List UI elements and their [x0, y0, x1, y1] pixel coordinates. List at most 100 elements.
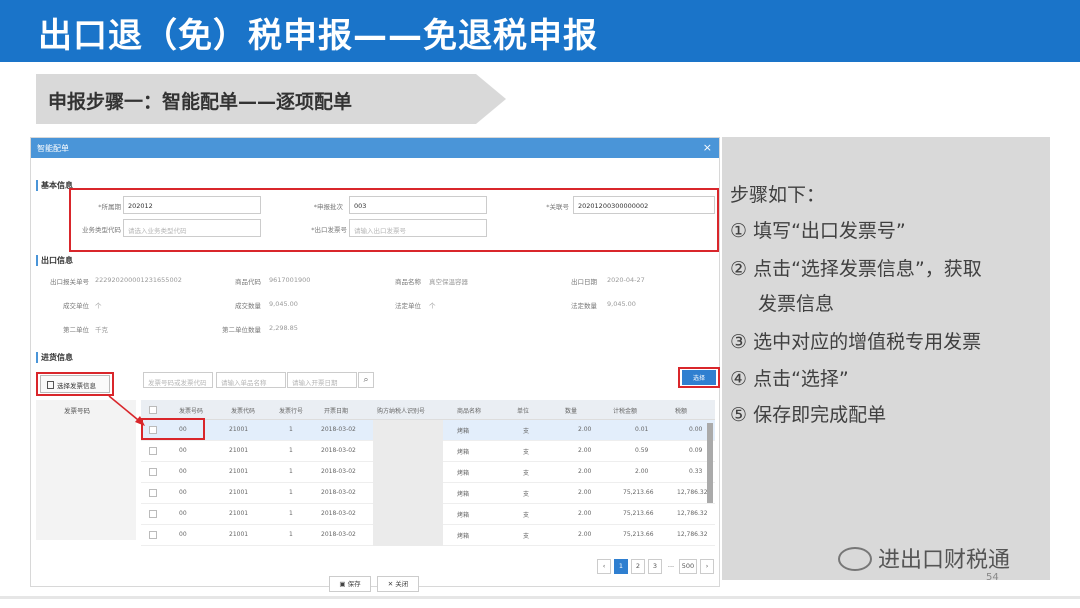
row-checkbox[interactable]	[149, 468, 157, 476]
cell: 75,213.66	[623, 510, 654, 517]
step-banner: 申报步骤一：智能配单——逐项配单	[36, 74, 506, 124]
pager-page-1[interactable]: 1	[614, 559, 628, 574]
cell: 2.00	[578, 426, 592, 433]
cell: 2018-03-02	[321, 510, 356, 517]
cell: 0.01	[635, 426, 649, 433]
col-header: 计税金额	[613, 408, 638, 415]
close-label: 关闭	[395, 580, 409, 588]
cell: 2018-03-02	[321, 489, 356, 496]
cell: 21001	[229, 531, 249, 538]
export-date-label: 出口日期	[571, 278, 597, 286]
cell: 1	[289, 468, 293, 475]
pager-prev[interactable]: ‹	[597, 559, 611, 574]
goods-name-value: 真空保温容器	[429, 278, 468, 286]
col-header: 开票日期	[324, 408, 349, 415]
cell: 支	[523, 491, 530, 498]
select-invoice-highlight	[36, 372, 114, 396]
cell: 0.00	[689, 426, 703, 433]
decl-no-label: 出口报关单号	[50, 278, 89, 286]
row-checkbox[interactable]	[149, 531, 157, 539]
close-icon[interactable]: ×	[703, 141, 712, 154]
cell: 1	[289, 489, 293, 496]
slide-title: 出口退（免）税申报——免退税申报	[38, 16, 598, 56]
cell: 2018-03-02	[321, 468, 356, 475]
cell: 支	[523, 512, 530, 519]
second-qty-value: 2,298.85	[269, 324, 298, 332]
smart-match-dialog: 智能配单 × 基本信息 *所属期 202012 *申报批次 003 *关联号 2…	[30, 137, 720, 592]
deal-qty-value: 9,045.00	[269, 300, 298, 308]
cell: 2.00	[635, 468, 649, 475]
cell: 支	[523, 470, 530, 477]
cell: 1	[289, 426, 293, 433]
pager-next[interactable]: ›	[700, 559, 714, 574]
cell: 2.00	[578, 489, 592, 496]
search-icon[interactable]: ⌕	[358, 372, 374, 388]
cell: 0.33	[689, 468, 703, 475]
row-checkbox[interactable]	[149, 447, 157, 455]
goods-name-label: 商品名称	[395, 278, 421, 286]
cell: 支	[523, 428, 530, 435]
step-item: ⑤ 保存即完成配单	[730, 404, 887, 426]
cell: 支	[523, 449, 530, 456]
invoice-table: 发票号码 发票代码 发票行号 开票日期 购方纳税人识别号 商品名称 单位 数量 …	[141, 400, 715, 546]
search-date-input[interactable]: 请输入开票日期	[287, 372, 357, 388]
select-button-highlight	[678, 367, 720, 388]
cell: 0.59	[635, 447, 649, 454]
cell: 烤箱	[457, 428, 470, 435]
cell: 2.00	[578, 531, 592, 538]
cell: 0.09	[689, 447, 703, 454]
col-header: 发票号码	[179, 408, 204, 415]
pager-page-2[interactable]: 2	[631, 559, 645, 574]
goods-code-value: 9617001900	[269, 276, 311, 284]
pager-last[interactable]: 500	[679, 559, 697, 574]
bottom-divider	[0, 596, 1080, 599]
dialog-title: 智能配单	[37, 144, 69, 153]
cell: 21001	[229, 468, 249, 475]
cell: 75,213.66	[623, 489, 654, 496]
watermark: 进出口财税通	[838, 542, 1010, 574]
pager-page-3[interactable]: 3	[648, 559, 662, 574]
redacted-buyer-id-column	[373, 420, 443, 546]
row-checkbox[interactable]	[149, 489, 157, 497]
cell: 21001	[229, 447, 249, 454]
save-label: 保存	[347, 580, 361, 588]
col-header: 税额	[675, 408, 688, 415]
pager-ellipsis: ...	[665, 559, 677, 574]
save-icon: ▣	[339, 580, 348, 588]
cell: 烤箱	[457, 491, 470, 498]
step-item: ② 点击“选择发票信息”，获取	[730, 258, 982, 280]
table-scrollbar[interactable]	[707, 423, 713, 503]
col-header: 单位	[517, 408, 530, 415]
legal-qty-value: 9,045.00	[607, 300, 636, 308]
cell: 00	[179, 531, 187, 538]
cell: 2018-03-02	[321, 447, 356, 454]
dialog-header: 智能配单 ×	[31, 138, 719, 158]
left-column: 发票号码	[36, 400, 136, 540]
close-button[interactable]: ✕ 关闭	[377, 576, 419, 592]
second-qty-label: 第二单位数量	[222, 326, 261, 334]
step-item: ③ 选中对应的增值税专用发票	[730, 331, 982, 353]
search-goods-input[interactable]: 请输入单品名称	[216, 372, 286, 388]
search-invoice-input[interactable]: 发票号码或发票代码	[143, 372, 213, 388]
page-number: 54	[986, 572, 999, 583]
cell: 1	[289, 510, 293, 517]
goods-code-label: 商品代码	[235, 278, 261, 286]
col-header: 发票行号	[279, 408, 304, 415]
purchase-info-section: 进货信息	[36, 352, 73, 363]
left-col-header: 发票号码	[64, 407, 90, 415]
cell: 00	[179, 489, 187, 496]
cell: 21001	[229, 426, 249, 433]
steps-panel: 步骤如下： ① 填写“出口发票号” ② 点击“选择发票信息”，获取 发票信息 ③…	[722, 137, 1050, 580]
step-banner-text: 申报步骤一：智能配单——逐项配单	[48, 91, 353, 113]
cell: 12,786.32	[677, 531, 708, 538]
cell: 2.00	[578, 447, 592, 454]
row-checkbox[interactable]	[149, 510, 157, 518]
save-button[interactable]: ▣ 保存	[329, 576, 371, 592]
select-all-checkbox[interactable]	[149, 406, 157, 414]
cell: 21001	[229, 510, 249, 517]
cell: 2.00	[578, 510, 592, 517]
invoice-cell-highlight	[141, 418, 205, 440]
second-unit-value: 千克	[95, 326, 108, 334]
cell: 2018-03-02	[321, 426, 356, 433]
cell: 12,786.32	[677, 510, 708, 517]
